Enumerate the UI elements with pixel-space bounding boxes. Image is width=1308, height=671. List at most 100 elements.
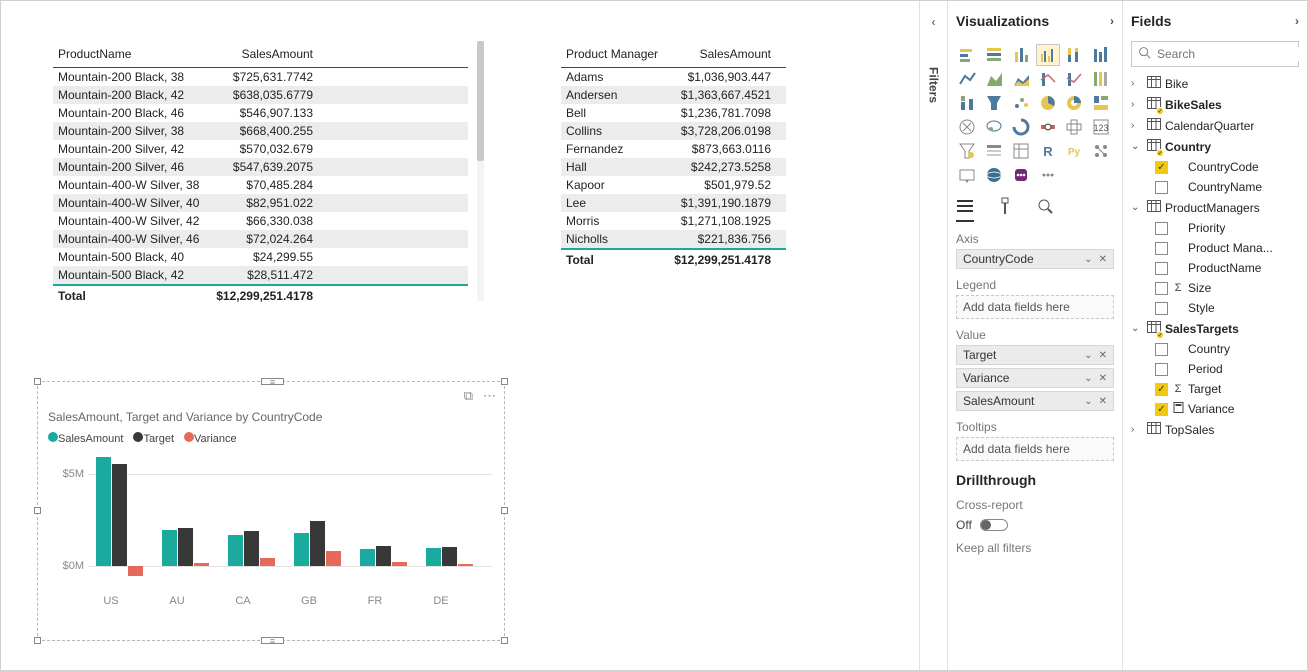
table-row[interactable]: Mountain-500 Black, 40$24,299.55 [53,248,468,266]
viz-type-icon[interactable] [983,93,1005,113]
table-row[interactable]: Mountain-400-W Silver, 46$72,024.264 [53,230,468,248]
bar[interactable] [178,528,193,566]
clustered-column-chart-visual[interactable]: ≡ ≡ ⧉ ⋯ SalesAmount, Target and Variance… [37,381,505,641]
bar[interactable] [360,549,375,567]
viz-type-icon[interactable] [1037,117,1059,137]
viz-type-icon[interactable] [1090,93,1112,113]
bar[interactable] [228,535,243,567]
bar[interactable] [442,547,457,567]
chevron-down-icon[interactable]: ⌄ [1131,202,1143,213]
fields-column-node[interactable]: ΣSize [1131,278,1299,298]
table-row[interactable]: Mountain-400-W Silver, 42$66,330.038 [53,212,468,230]
chevron-down-icon[interactable]: ⌄ [1084,396,1092,407]
bar[interactable] [392,562,407,567]
viz-type-icon[interactable] [956,165,978,185]
fields-search[interactable] [1131,41,1299,67]
chevron-left-icon[interactable]: ‹ [932,15,936,29]
more-options-icon[interactable]: ⋯ [483,388,496,404]
legend-item[interactable]: SalesAmount [48,432,123,445]
viz-type-icon[interactable] [1090,69,1112,89]
fields-table-node[interactable]: ›CalendarQuarter [1131,115,1299,136]
table-row[interactable]: Mountain-200 Silver, 38$668,400.255 [53,122,468,140]
analytics-tab-icon[interactable] [1036,197,1054,222]
viz-type-icon[interactable] [956,117,978,137]
table-row[interactable]: Mountain-400-W Silver, 40$82,951.022 [53,194,468,212]
tooltips-well[interactable]: Add data fields here [956,437,1114,461]
bar[interactable] [260,558,275,566]
resize-handle[interactable] [34,637,41,644]
axis-field-pill[interactable]: CountryCode ⌄✕ [956,249,1114,269]
table-row[interactable]: Kapoor$501,979.52 [561,176,786,194]
viz-type-icon[interactable] [983,69,1005,89]
legend-item[interactable]: Target [133,432,174,445]
value-field-pill[interactable]: Target⌄✕ [956,345,1114,365]
table-row[interactable]: Mountain-200 Black, 38$725,631.7742 [53,68,468,86]
table-row[interactable]: Mountain-400-W Silver, 38$70,485.284 [53,176,468,194]
table-row[interactable]: Andersen$1,363,667.4521 [561,86,786,104]
bar[interactable] [162,530,177,566]
fields-column-node[interactable]: ✓Variance [1131,399,1299,419]
viz-type-icon[interactable] [1010,165,1032,185]
value-field-pill[interactable]: Variance⌄✕ [956,368,1114,388]
field-checkbox[interactable] [1155,262,1168,275]
remove-field-icon[interactable]: ✕ [1099,396,1107,407]
viz-type-icon[interactable] [1063,69,1085,89]
field-checkbox[interactable] [1155,242,1168,255]
viz-type-icon[interactable] [983,117,1005,137]
field-checkbox[interactable] [1155,282,1168,295]
table-row[interactable]: Mountain-500 Black, 42$28,511.472 [53,266,468,284]
table-row[interactable]: Hall$242,273.5258 [561,158,786,176]
bar[interactable] [426,548,441,567]
table-row[interactable]: Collins$3,728,206.0198 [561,122,786,140]
fields-table-node[interactable]: ⌄✓Country [1131,136,1299,157]
fields-column-node[interactable]: Period [1131,359,1299,379]
chevron-down-icon[interactable]: ⌄ [1084,373,1092,384]
viz-type-icon[interactable] [1090,45,1112,65]
bar[interactable] [244,531,259,566]
table-row[interactable]: Lee$1,391,190.1879 [561,194,786,212]
viz-type-icon[interactable]: R [1037,141,1059,161]
resize-handle[interactable] [501,507,508,514]
table-row[interactable]: Mountain-200 Silver, 46$547,639.2075 [53,158,468,176]
fields-tab-icon[interactable] [956,197,974,222]
viz-type-icon[interactable] [983,165,1005,185]
chevron-down-icon[interactable]: ⌄ [1084,350,1092,361]
legend-item[interactable]: Variance [184,432,237,445]
table-row[interactable]: Mountain-200 Black, 46$546,907.133 [53,104,468,122]
fields-column-node[interactable]: ✓ΣTarget [1131,379,1299,399]
remove-field-icon[interactable]: ✕ [1099,254,1107,265]
viz-type-icon[interactable] [1037,69,1059,89]
field-checkbox[interactable] [1155,343,1168,356]
fields-table-node[interactable]: ›TopSales [1131,419,1299,440]
filters-pane-collapsed[interactable]: ‹ Filters [919,1,947,670]
chevron-right-icon[interactable]: › [1131,120,1143,131]
fields-column-node[interactable]: ✓CountryCode [1131,157,1299,177]
fields-column-node[interactable]: Country [1131,339,1299,359]
chevron-right-icon[interactable]: › [1131,424,1143,435]
chevron-down-icon[interactable]: ⌄ [1131,141,1143,152]
viz-type-icon[interactable] [983,45,1005,65]
viz-type-icon[interactable] [1010,93,1032,113]
bar[interactable] [376,546,391,566]
value-field-pill[interactable]: SalesAmount⌄✕ [956,391,1114,411]
bar[interactable] [294,533,309,566]
fields-column-node[interactable]: Product Mana... [1131,238,1299,258]
bar[interactable] [310,521,325,567]
viz-type-icon[interactable] [1063,117,1085,137]
table-products[interactable]: ProductName SalesAmount Mountain-200 Bla… [53,41,468,306]
fields-table-node[interactable]: ⌄✓SalesTargets [1131,318,1299,339]
viz-type-icon[interactable] [983,141,1005,161]
field-checkbox[interactable] [1155,302,1168,315]
fields-table-node[interactable]: ⌄ProductManagers [1131,197,1299,218]
viz-type-icon[interactable] [956,69,978,89]
search-input[interactable] [1157,47,1307,61]
fields-table-node[interactable]: ›Bike [1131,73,1299,94]
fields-column-node[interactable]: CountryName [1131,177,1299,197]
table-row[interactable]: Nicholls$221,836.756 [561,230,786,248]
viz-type-icon[interactable] [1090,141,1112,161]
field-checkbox[interactable]: ✓ [1155,403,1168,416]
chevron-right-icon[interactable]: › [1110,14,1114,28]
viz-type-icon[interactable] [956,45,978,65]
bar[interactable] [128,566,143,575]
format-tab-icon[interactable] [996,197,1014,222]
